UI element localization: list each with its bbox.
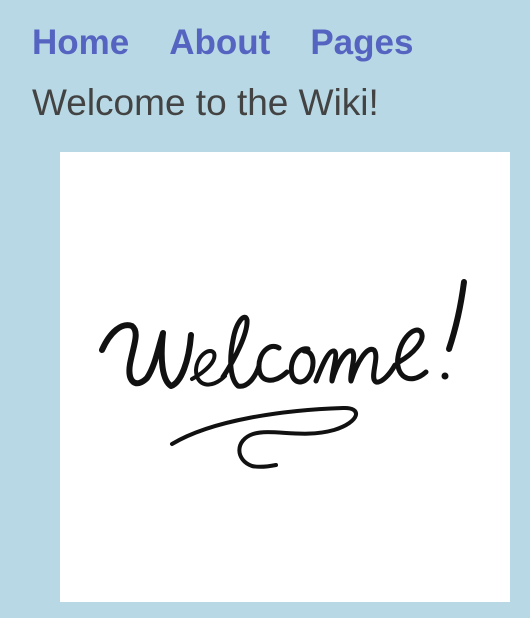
nav-link-about[interactable]: About xyxy=(169,21,270,65)
nav-link-pages[interactable]: Pages xyxy=(310,21,413,65)
lettering-stroke-exclamation-dot xyxy=(441,372,449,380)
nav-link-home[interactable]: Home xyxy=(32,21,129,65)
lettering-stroke-e1 xyxy=(190,349,227,387)
page: Home About Pages Welcome to the Wiki! xyxy=(0,0,530,618)
lettering-stroke-w1 xyxy=(99,322,194,389)
lettering-stroke-exclamation xyxy=(446,279,467,352)
lettering-stroke-m xyxy=(313,346,398,385)
welcome-image xyxy=(60,152,510,602)
lettering-stroke-c xyxy=(256,343,290,383)
top-nav: Home About Pages xyxy=(32,21,413,65)
lettering-stroke-l xyxy=(220,314,262,389)
welcome-lettering-illustration xyxy=(99,279,467,469)
page-title: Welcome to the Wiki! xyxy=(32,82,379,123)
lettering-stroke-swash xyxy=(170,405,358,469)
lettering-stroke-o xyxy=(288,346,316,385)
lettering-stroke-e2 xyxy=(395,327,429,382)
